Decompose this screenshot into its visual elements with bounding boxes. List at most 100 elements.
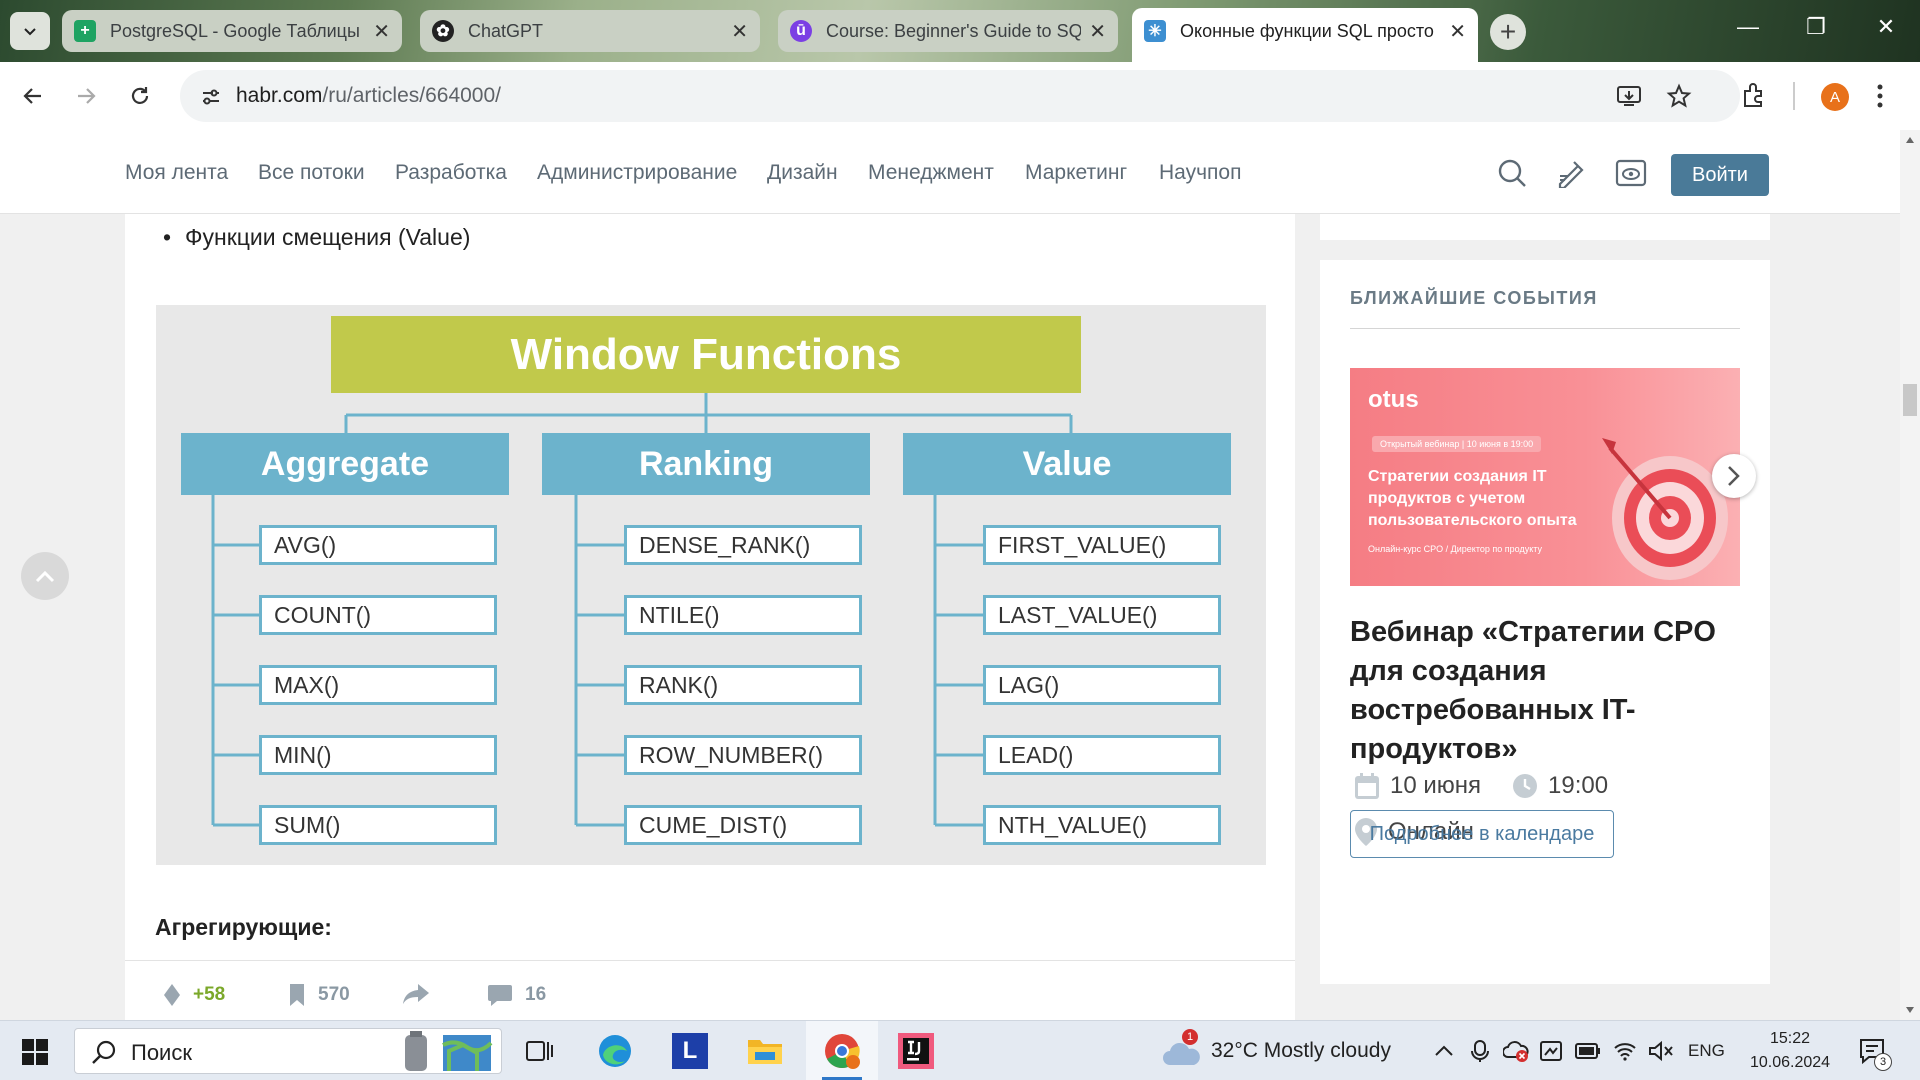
- minimize-icon[interactable]: —: [1728, 14, 1768, 40]
- wifi-icon[interactable]: [1613, 1039, 1637, 1063]
- chevron-up-icon: [35, 570, 55, 583]
- rating-value: +58: [193, 984, 226, 1005]
- volume-muted-icon[interactable]: [1648, 1039, 1674, 1063]
- nav-item-marketing[interactable]: Маркетинг: [1025, 161, 1127, 185]
- tab-search-dropdown[interactable]: [10, 12, 50, 50]
- rating-control[interactable]: +58: [163, 983, 225, 1007]
- habr-header: Моя лента Все потоки Разработка Админист…: [0, 130, 1900, 214]
- close-tab-icon[interactable]: ✕: [373, 19, 390, 44]
- chevron-down-icon: [24, 28, 36, 36]
- chatgpt-icon: ✿: [432, 20, 454, 42]
- nav-item-popsci[interactable]: Научпоп: [1159, 161, 1241, 185]
- function-box: DENSE_RANK(): [624, 525, 862, 565]
- chrome-browser-icon[interactable]: [822, 1031, 862, 1071]
- share-icon: [403, 984, 429, 1004]
- browser-toolbar: habr.com/ru/articles/664000/ A: [0, 62, 1920, 130]
- calendar-details-button[interactable]: Подробнее в календаре: [1350, 810, 1614, 858]
- back-button[interactable]: [17, 80, 49, 112]
- event-date-text: 10 июня: [1390, 772, 1482, 799]
- nav-item-development[interactable]: Разработка: [395, 161, 507, 185]
- more-menu-icon[interactable]: [1876, 83, 1884, 109]
- close-tab-icon[interactable]: ✕: [1449, 19, 1466, 44]
- page-scrollbar[interactable]: [1900, 130, 1920, 1020]
- scroll-up-arrow-icon[interactable]: [1905, 136, 1915, 144]
- nav-item-design[interactable]: Дизайн: [767, 161, 838, 185]
- forward-button[interactable]: [70, 80, 102, 112]
- function-box: NTH_VALUE(): [983, 805, 1221, 845]
- meet-now-icon[interactable]: [1470, 1039, 1490, 1063]
- intellij-idea-icon[interactable]: [896, 1031, 936, 1071]
- banner-pill: Открытый вебинар | 10 июня в 19:00: [1372, 436, 1542, 452]
- diagram-title: Window Functions: [331, 316, 1081, 393]
- scrollbar-thumb[interactable]: [1903, 384, 1917, 416]
- lingvo-app-icon[interactable]: L: [670, 1031, 710, 1071]
- function-box: LAST_VALUE(): [983, 595, 1221, 635]
- target-icon: [1602, 438, 1728, 580]
- arrow-right-icon: [78, 88, 96, 104]
- login-button[interactable]: Войти: [1671, 154, 1769, 196]
- banner-subtext: Онлайн-курс CPO / Директор по продукту: [1368, 544, 1542, 554]
- bookmarks-control[interactable]: 570: [288, 983, 350, 1007]
- banner-text: Стратегии создания IT продуктов с учетом…: [1368, 468, 1577, 529]
- reading-mode-icon[interactable]: [1615, 158, 1647, 188]
- site-settings-icon[interactable]: [200, 86, 222, 108]
- tab-chatgpt[interactable]: ✿ ChatGPT ✕: [420, 10, 760, 52]
- new-tab-button[interactable]: +: [1490, 14, 1526, 50]
- comment-icon: [488, 985, 512, 1006]
- scroll-down-arrow-icon[interactable]: [1905, 1006, 1915, 1014]
- window-functions-diagram: Window Functions Aggregate Ranking Value…: [156, 305, 1266, 865]
- weather-text[interactable]: 32°C Mostly cloudy: [1211, 1039, 1391, 1063]
- search-icon[interactable]: [1497, 158, 1527, 188]
- comments-count: 16: [525, 984, 547, 1005]
- search-icon: [92, 1040, 116, 1064]
- close-tab-icon[interactable]: ✕: [1089, 19, 1106, 44]
- tab-habr-active[interactable]: ✳ Оконные функции SQL просто ✕: [1132, 8, 1478, 62]
- edge-browser-icon[interactable]: [595, 1031, 635, 1071]
- bookmark-icon: [290, 984, 304, 1006]
- comments-control[interactable]: 16: [487, 983, 546, 1007]
- close-tab-icon[interactable]: ✕: [731, 19, 748, 44]
- nav-item-all-streams[interactable]: Все потоки: [258, 161, 365, 185]
- install-app-icon[interactable]: [1616, 84, 1642, 108]
- extensions-icon[interactable]: [1740, 82, 1766, 108]
- divider: [1350, 328, 1740, 329]
- otus-logo: otus: [1368, 386, 1419, 413]
- onedrive-error-icon[interactable]: [1503, 1039, 1529, 1063]
- event-time: 19:00: [1512, 772, 1608, 800]
- taskbar-search[interactable]: Поиск: [74, 1028, 502, 1074]
- address-bar[interactable]: habr.com/ru/articles/664000/: [180, 70, 1740, 122]
- event-banner[interactable]: otus Открытый вебинар | 10 июня в 19:00 …: [1350, 368, 1740, 586]
- nav-item-management[interactable]: Менеджмент: [868, 161, 994, 185]
- scroll-to-top-button[interactable]: [21, 552, 69, 600]
- calendar-icon: [1355, 773, 1379, 799]
- event-title[interactable]: Вебинар «Стратегии CPO для создания вост…: [1350, 613, 1750, 769]
- bookmark-star-icon[interactable]: [1666, 83, 1692, 109]
- function-box: NTILE(): [624, 595, 862, 635]
- file-explorer-icon[interactable]: [745, 1031, 785, 1071]
- tab-google-sheets[interactable]: + PostgreSQL - Google Таблицы ✕: [62, 10, 402, 52]
- windows-taskbar: Поиск L 1 32°C Mostly cloudy ENG 15:22 1…: [0, 1020, 1920, 1080]
- system-clock[interactable]: 15:22 10.06.2024: [1740, 1027, 1840, 1075]
- weather-badge: 1: [1182, 1029, 1198, 1045]
- reload-button[interactable]: [124, 80, 156, 112]
- close-window-icon[interactable]: ✕: [1866, 14, 1906, 40]
- url-text[interactable]: habr.com/ru/articles/664000/: [236, 84, 501, 108]
- page-viewport: Моя лента Все потоки Разработка Админист…: [0, 130, 1900, 1020]
- carousel-next-button[interactable]: [1712, 454, 1756, 498]
- screen-capture-icon[interactable]: [1539, 1039, 1563, 1063]
- chevron-up-icon[interactable]: [1434, 1043, 1454, 1057]
- task-view-icon[interactable]: [520, 1031, 560, 1071]
- battery-icon[interactable]: [1575, 1041, 1601, 1061]
- function-box: LAG(): [983, 665, 1221, 705]
- tab-course[interactable]: ū Course: Beginner's Guide to SQL ✕: [778, 10, 1118, 52]
- tab-title: PostgreSQL - Google Таблицы: [110, 20, 360, 41]
- restore-icon[interactable]: ❐: [1796, 14, 1836, 40]
- windows-start-icon[interactable]: [22, 1039, 48, 1065]
- share-button[interactable]: [402, 983, 430, 1005]
- nav-item-my-feed[interactable]: Моя лента: [125, 161, 228, 185]
- write-post-icon[interactable]: [1556, 158, 1586, 188]
- tab-title: Оконные функции SQL просто: [1180, 20, 1434, 41]
- nav-item-administration[interactable]: Администрирование: [537, 161, 737, 185]
- language-indicator[interactable]: ENG: [1688, 1041, 1725, 1061]
- profile-avatar[interactable]: A: [1821, 83, 1849, 111]
